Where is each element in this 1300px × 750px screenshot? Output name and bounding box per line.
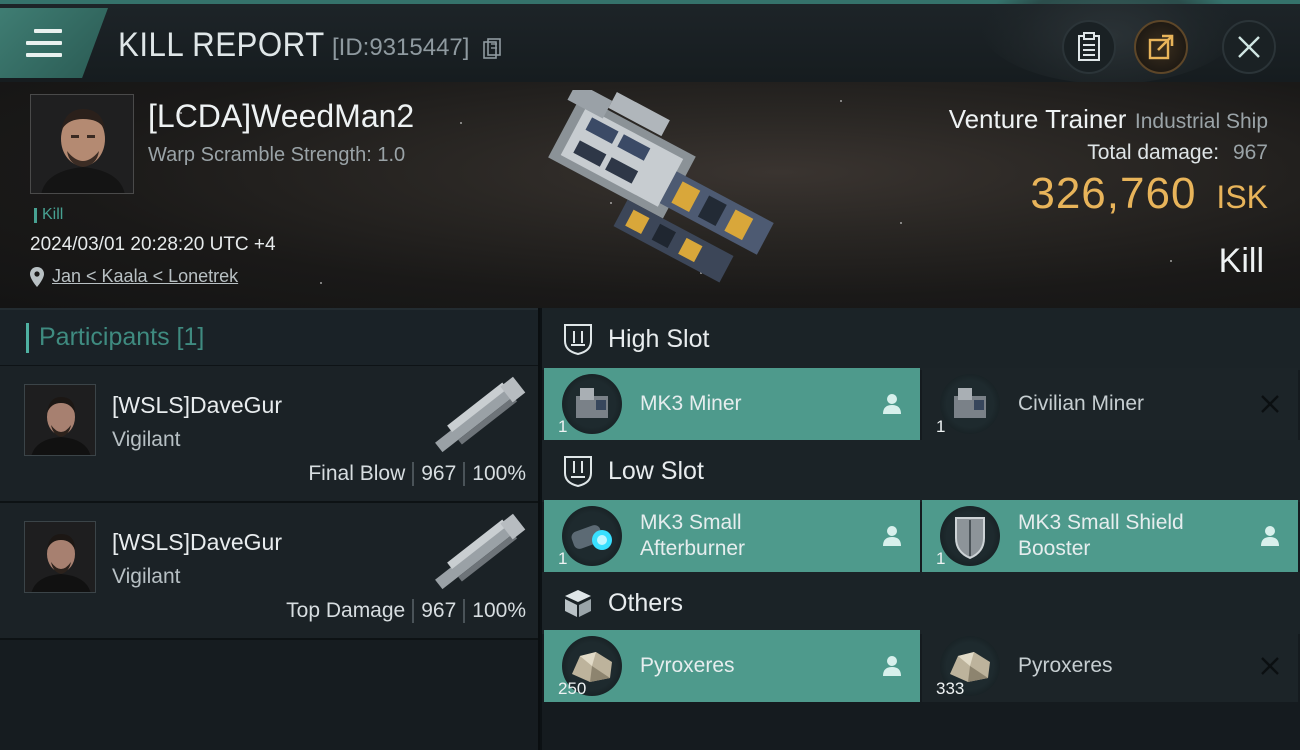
shield-icon [940,506,1000,566]
divider [463,599,466,623]
participant-name[interactable]: [WSLS]DaveGur [112,529,282,556]
item-name-line1: MK3 Small Shield [1018,511,1184,534]
participant-name[interactable]: [WSLS]DaveGur [112,392,282,419]
kill-result: Kill [1218,242,1264,280]
miner-icon [562,374,622,434]
item-civilian-miner[interactable]: 1 Civilian Miner [922,368,1298,440]
participants-header[interactable]: Participants [1] [0,308,538,366]
total-damage: Total damage: 967 [949,141,1268,165]
victim-name[interactable]: [LCDA]WeedMan2 [148,98,414,135]
item-pyroxeres-dropped[interactable]: 250 Pyroxeres [544,630,920,702]
item-name: MK3 Small Shield Booster [1018,510,1184,562]
others-header: Others [542,572,1300,634]
participant-ship: Vigilant [112,565,181,588]
clipboard-icon [1078,32,1100,61]
item-name-line2: Afterburner [640,537,746,560]
afterburner-icon [562,506,622,566]
close-button[interactable] [1222,20,1276,74]
top-bar: KILL REPORT [ID:9315447] [0,0,1300,84]
x-icon [1261,657,1279,675]
participant-percent: 100% [472,599,526,622]
miner-icon [940,374,1000,434]
isk-value: 326,760 ISK [949,169,1268,219]
person-icon [1261,526,1279,546]
item-quantity: 250 [558,679,587,698]
divider [463,462,466,486]
hamburger-menu-icon [26,29,62,57]
item-name-line2: Booster [1018,537,1091,560]
location-pin-icon [30,266,44,287]
copy-icon[interactable] [483,38,501,60]
item-name: Civilian Miner [1018,392,1145,415]
share-button[interactable] [1134,20,1188,74]
person-icon [883,656,901,676]
high-slot-header: High Slot [542,308,1300,370]
item-quantity: 1 [558,549,568,568]
item-name: MK3 Miner [640,392,742,415]
item-name: Pyroxeres [640,654,735,677]
ship-info: Venture Trainer Industrial Ship Total da… [949,104,1268,219]
divider [412,462,415,486]
fitting-panel: High Slot 1 MK3 Miner 1 Civilian Miner L… [542,308,1300,750]
others-title: Others [608,588,684,617]
participant-stats: Top Damage 967 100% [286,599,526,623]
kill-timestamp: 2024/03/01 20:28:20 UTC +4 [30,234,276,255]
victim-portrait[interactable] [30,94,134,194]
kill-location[interactable]: Jan < Kaala < Lonetrek [30,266,238,287]
close-icon [1238,36,1260,58]
item-pyroxeres-destroyed[interactable]: 333 Pyroxeres [922,630,1298,702]
report-id: [ID:9315447] [332,34,470,61]
isk-amount: 326,760 [1030,169,1197,218]
high-slot-title: High Slot [608,324,710,353]
divider [412,599,415,623]
avatar [24,384,96,456]
weapon-icon [435,513,526,590]
item-name: Pyroxeres [1018,654,1113,677]
avatar [24,521,96,593]
item-name: MK3 Small Afterburner [640,510,745,562]
person-icon [883,394,901,414]
item-quantity: 333 [936,679,965,698]
item-quantity: 1 [558,417,568,436]
item-mk3-small-shield-booster[interactable]: 1 MK3 Small Shield Booster [922,500,1298,572]
participant-damage: 967 [421,599,457,622]
menu-button[interactable] [0,8,108,78]
ship-class: Industrial Ship [1134,110,1268,133]
person-icon [883,526,901,546]
ship-name[interactable]: Venture Trainer [949,104,1127,134]
low-slot-icon [564,456,592,487]
participant-stats: Final Blow 967 100% [308,462,526,486]
item-name-line1: MK3 Small [640,511,742,534]
participant-percent: 100% [472,462,526,485]
warp-scramble-strength: Warp Scramble Strength: 1.0 [148,144,406,166]
participant-role: Final Blow [308,462,406,485]
item-quantity: 1 [936,549,946,568]
clipboard-button[interactable] [1062,20,1116,74]
x-icon [1261,395,1279,413]
ship-render [548,90,774,283]
participant-ship: Vigilant [112,428,181,451]
isk-unit: ISK [1216,179,1268,215]
participant-row[interactable]: [WSLS]DaveGur Vigilant Top Damage 967 10… [0,503,538,640]
participants-panel: Participants [1] [WSLS]DaveGur Vigilant … [0,308,540,750]
item-mk3-miner[interactable]: 1 MK3 Miner [544,368,920,440]
item-quantity: 1 [936,417,946,436]
low-slot-title: Low Slot [608,456,704,485]
item-mk3-small-afterburner[interactable]: 1 MK3 Small Afterburner [544,500,920,572]
kill-tag: Kill [34,206,63,224]
page-title: KILL REPORT [118,26,325,64]
participant-row[interactable]: [WSLS]DaveGur Vigilant Final Blow 967 10… [0,366,538,503]
cargo-box-icon [565,590,591,617]
victim-header: [LCDA]WeedMan2 Warp Scramble Strength: 1… [0,82,1300,308]
weapon-icon [435,376,526,453]
low-slot-header: Low Slot [542,440,1300,502]
total-damage-value: 967 [1232,141,1268,164]
location-link[interactable]: Jan < Kaala < Lonetrek [52,266,238,287]
participant-damage: 967 [421,462,457,485]
high-slot-icon [564,324,592,355]
total-damage-label: Total damage: [1087,141,1220,164]
share-icon [1148,34,1174,60]
participant-role: Top Damage [286,599,406,622]
